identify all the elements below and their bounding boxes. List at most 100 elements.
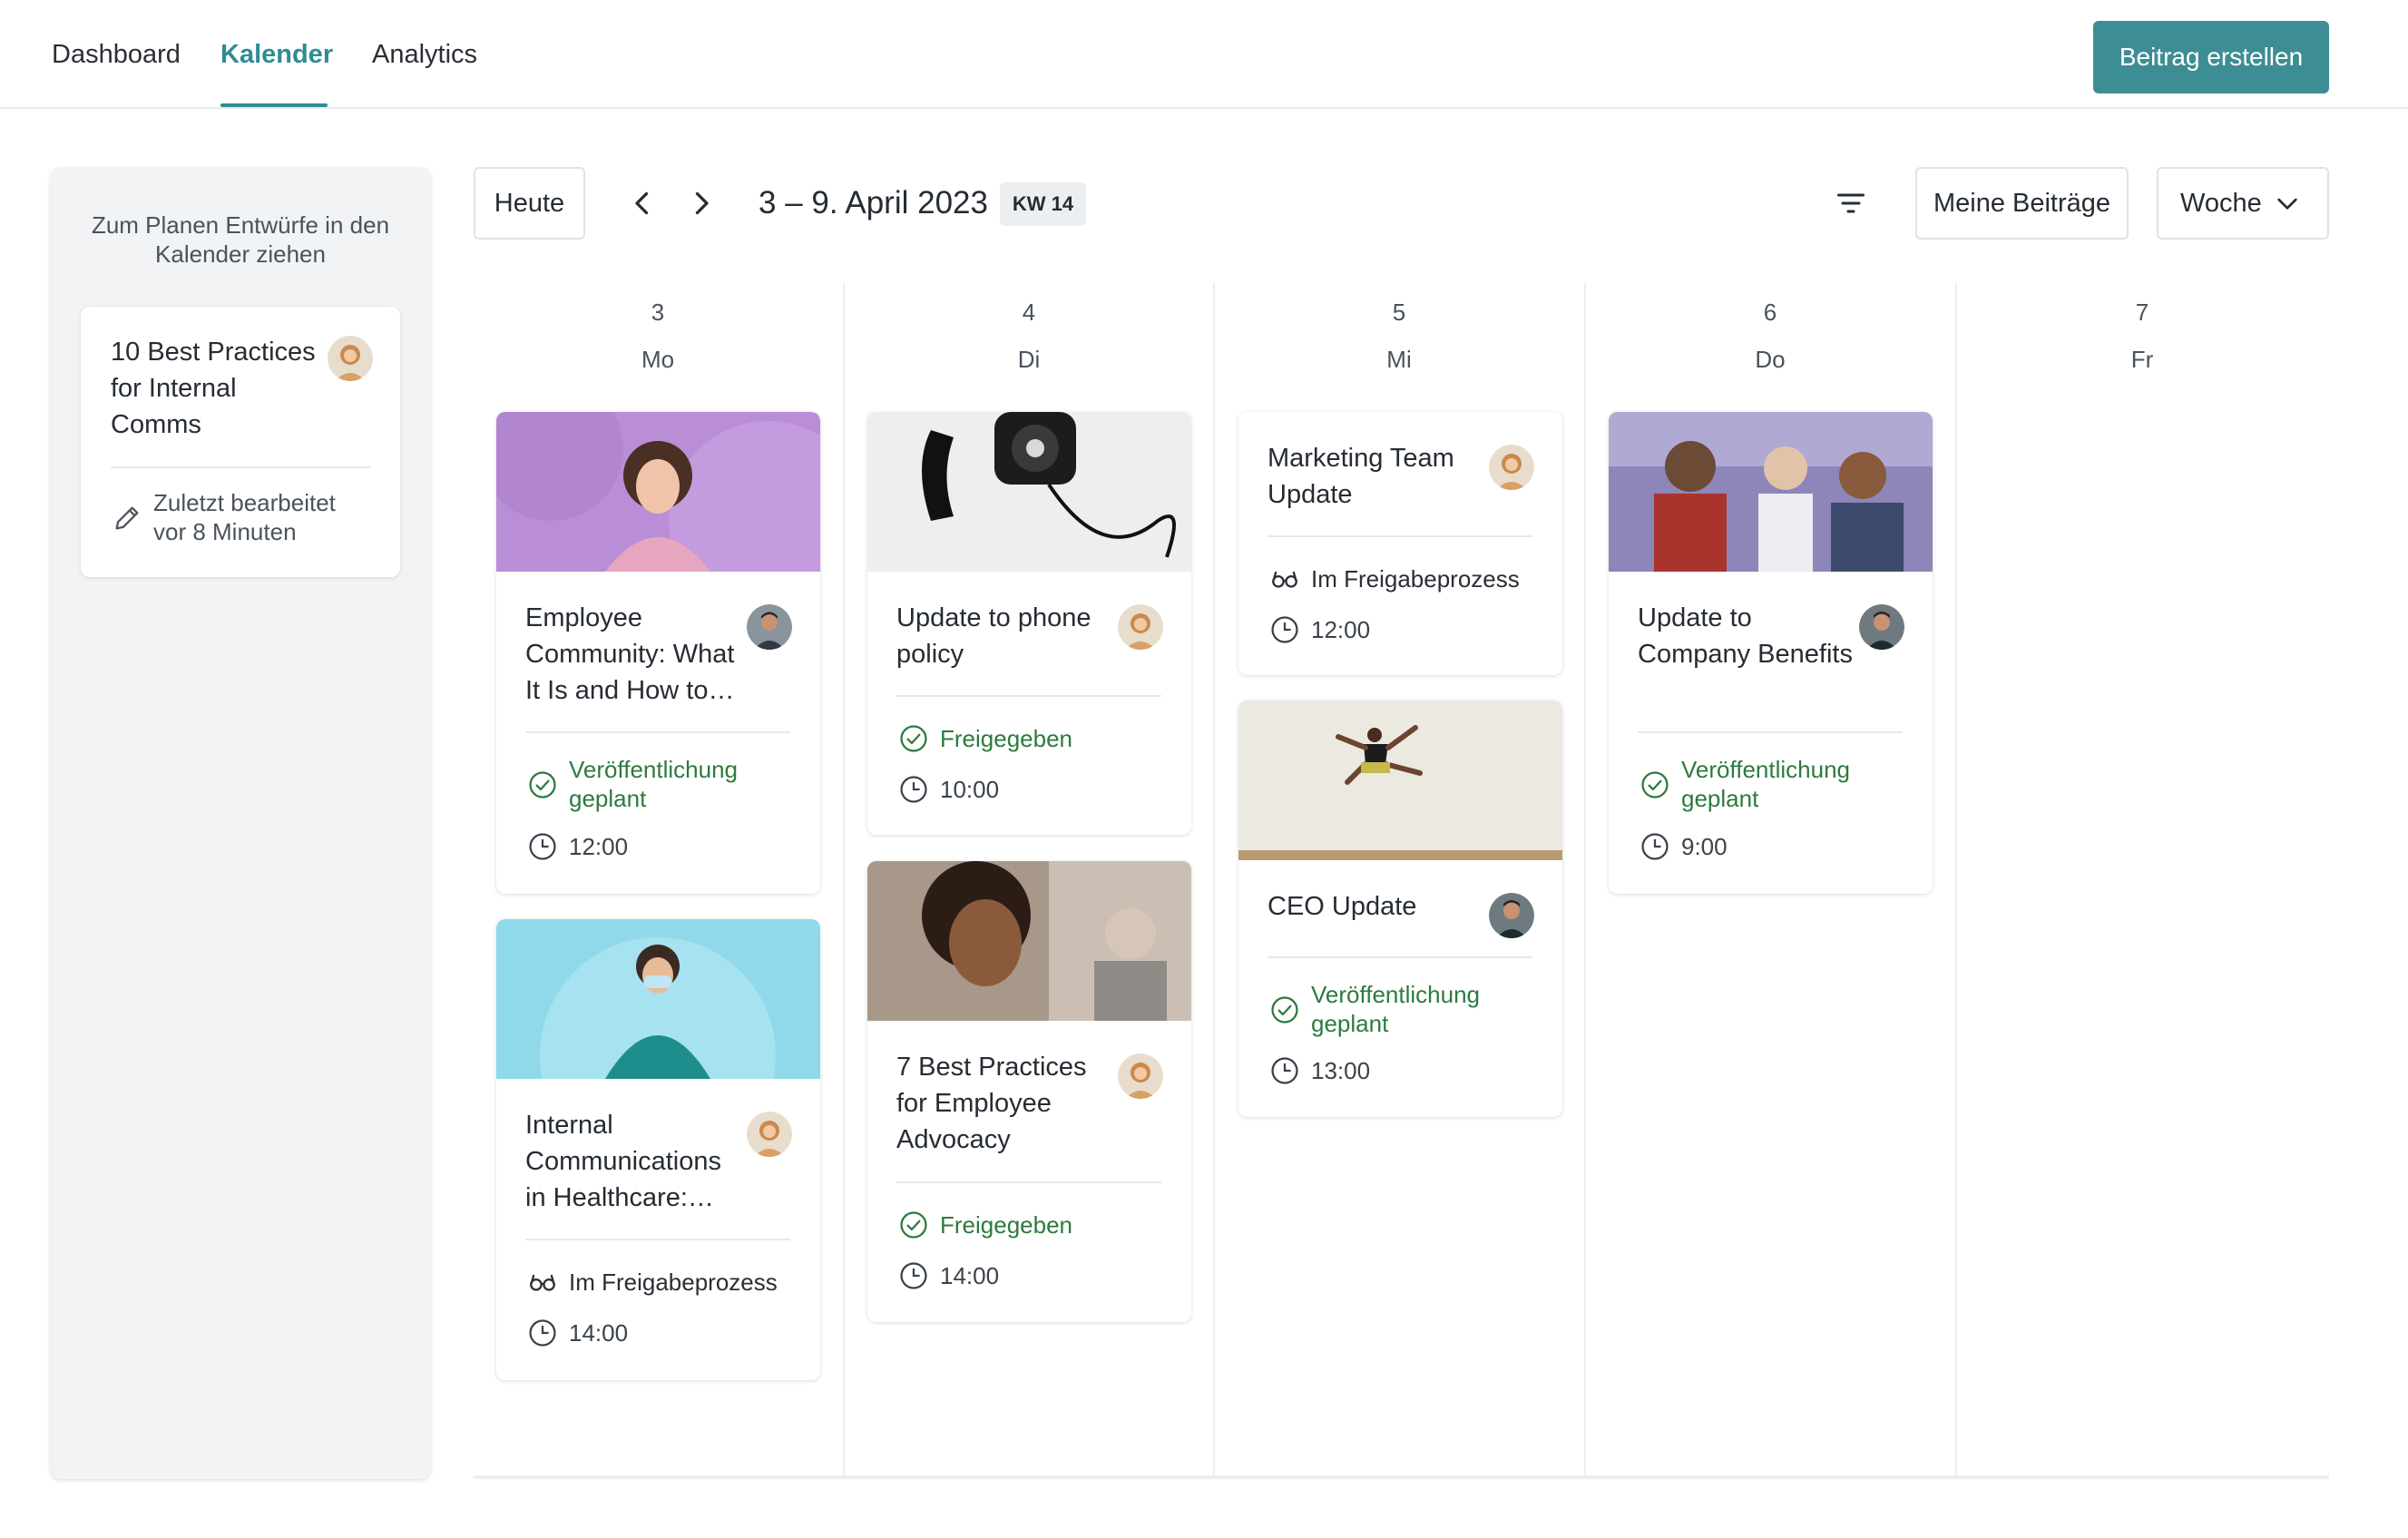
- clock-icon: [529, 1319, 556, 1347]
- post-status: Im Freigabeprozess: [1311, 565, 1520, 593]
- post-title: CEO Update: [1268, 892, 1417, 921]
- grid-bottom-border: [474, 1475, 2329, 1479]
- day-number: 5: [1392, 299, 1406, 326]
- post-title: Marketing Team Update: [1268, 444, 1454, 509]
- column-divider: [1955, 283, 1957, 1479]
- avatar: [747, 1112, 792, 1157]
- post-title: Internal Communications in Healthcare:…: [525, 1111, 721, 1212]
- tab-dashboard[interactable]: Dashboard: [52, 36, 181, 73]
- clock-icon: [900, 776, 927, 803]
- divider: [525, 1239, 790, 1240]
- post-card[interactable]: Internal Communications in Healthcare:… …: [496, 919, 820, 1380]
- glasses-icon: [1272, 571, 1297, 588]
- chevron-down-icon: [2277, 198, 2297, 210]
- day-number: 6: [1763, 299, 1777, 326]
- post-time: 9:00: [1681, 833, 1728, 860]
- avatar: [328, 336, 373, 381]
- draft-title: 10 Best Practices for Internal Comms: [111, 338, 316, 439]
- post-status: Veröffentlichung geplant: [1311, 981, 1480, 1037]
- avatar: [1489, 445, 1534, 490]
- avatar: [747, 604, 792, 650]
- divider: [896, 1181, 1161, 1183]
- post-card[interactable]: Update to phone policy Freigegeben 10:00: [867, 412, 1191, 835]
- post-image: [1238, 700, 1562, 860]
- avatar: [1118, 1053, 1163, 1099]
- post-card[interactable]: Update to Company Benefits Veröffentlich…: [1609, 412, 1933, 894]
- post-time: 10:00: [940, 776, 1000, 803]
- post-image: [1609, 412, 1933, 572]
- post-title: 7 Best Practices for Employee Advocacy: [896, 1053, 1087, 1154]
- pencil-icon: [115, 506, 139, 530]
- clock-icon: [1271, 616, 1298, 643]
- drafts-sidebar: Zum Planen Entwürfe in den Kalender zieh…: [50, 167, 431, 1479]
- avatar: [1489, 893, 1534, 938]
- check-circle-icon: [900, 1211, 927, 1239]
- divider: [896, 695, 1161, 697]
- day-name: Do: [1755, 346, 1786, 373]
- my-posts-button[interactable]: Meine Beiträge: [1915, 167, 2129, 240]
- clock-icon: [900, 1262, 927, 1289]
- active-tab-indicator: [220, 103, 328, 107]
- day-name: Mi: [1386, 346, 1412, 373]
- glasses-icon: [530, 1274, 555, 1291]
- check-circle-icon: [900, 725, 927, 752]
- clock-icon: [1641, 833, 1669, 860]
- column-divider: [843, 283, 845, 1479]
- today-button[interactable]: Heute: [474, 167, 585, 240]
- date-range-label: 3 – 9. April 2023: [759, 185, 988, 220]
- create-post-button[interactable]: Beitrag erstellen: [2093, 21, 2329, 93]
- day-number: 3: [651, 299, 665, 326]
- divider: [111, 466, 371, 468]
- post-title: Employee Community: What It Is and How t…: [525, 603, 735, 705]
- avatar: [1118, 604, 1163, 650]
- chevron-left-icon[interactable]: [626, 187, 659, 220]
- check-circle-icon: [1641, 771, 1669, 798]
- column-divider: [1213, 283, 1215, 1479]
- day-name: Mo: [641, 346, 675, 373]
- view-select[interactable]: Woche: [2157, 167, 2329, 240]
- post-title: Update to Company Benefits: [1638, 603, 1853, 669]
- post-status: Freigegeben: [940, 725, 1072, 752]
- post-image: [867, 861, 1191, 1021]
- post-time: 12:00: [1311, 616, 1371, 643]
- filter-icon[interactable]: [1833, 187, 1869, 220]
- post-card[interactable]: Marketing Team Update Im Freigabeprozess…: [1238, 412, 1562, 675]
- day-number: 4: [1022, 299, 1036, 326]
- chevron-right-icon[interactable]: [685, 187, 718, 220]
- week-number-badge: KW 14: [1000, 182, 1086, 226]
- post-image: [496, 412, 820, 572]
- top-nav: Dashboard Kalender Analytics Beitrag ers…: [0, 0, 2408, 109]
- post-status: Veröffentlichung geplant: [569, 756, 738, 812]
- post-time: 13:00: [1311, 1057, 1371, 1084]
- check-circle-icon: [529, 771, 556, 798]
- post-time: 14:00: [940, 1262, 1000, 1289]
- post-status: Im Freigabeprozess: [569, 1269, 778, 1296]
- day-number: 7: [2135, 299, 2149, 326]
- clock-icon: [1271, 1057, 1298, 1084]
- column-divider: [1584, 283, 1586, 1479]
- post-card[interactable]: Employee Community: What It Is and How t…: [496, 412, 820, 894]
- sidebar-hint: Zum Planen Entwürfe in den Kalender zieh…: [91, 211, 390, 268]
- post-card[interactable]: 7 Best Practices for Employee Advocacy F…: [867, 861, 1191, 1322]
- tab-analytics[interactable]: Analytics: [372, 36, 477, 73]
- post-status: Freigegeben: [940, 1211, 1072, 1239]
- check-circle-icon: [1271, 996, 1298, 1024]
- post-time: 12:00: [569, 833, 629, 860]
- post-image: [867, 412, 1191, 572]
- divider: [1268, 535, 1532, 537]
- tab-kalender[interactable]: Kalender: [220, 36, 333, 73]
- draft-last-edited: Zuletzt bearbeitet vor 8 Minuten: [153, 489, 336, 545]
- divider: [1268, 956, 1532, 958]
- avatar: [1859, 604, 1904, 650]
- draft-card[interactable]: 10 Best Practices for Internal Comms Zul…: [81, 307, 400, 577]
- post-card[interactable]: CEO Update Veröffentlichung geplant 13:0…: [1238, 700, 1562, 1117]
- post-status: Veröffentlichung geplant: [1681, 756, 1850, 812]
- day-name: Di: [1017, 346, 1041, 373]
- post-time: 14:00: [569, 1319, 629, 1347]
- post-title: Update to phone policy: [896, 603, 1091, 669]
- view-select-value: Woche: [2180, 188, 2262, 218]
- day-name: Fr: [2130, 346, 2154, 373]
- post-image: [496, 919, 820, 1079]
- divider: [525, 731, 790, 733]
- clock-icon: [529, 833, 556, 860]
